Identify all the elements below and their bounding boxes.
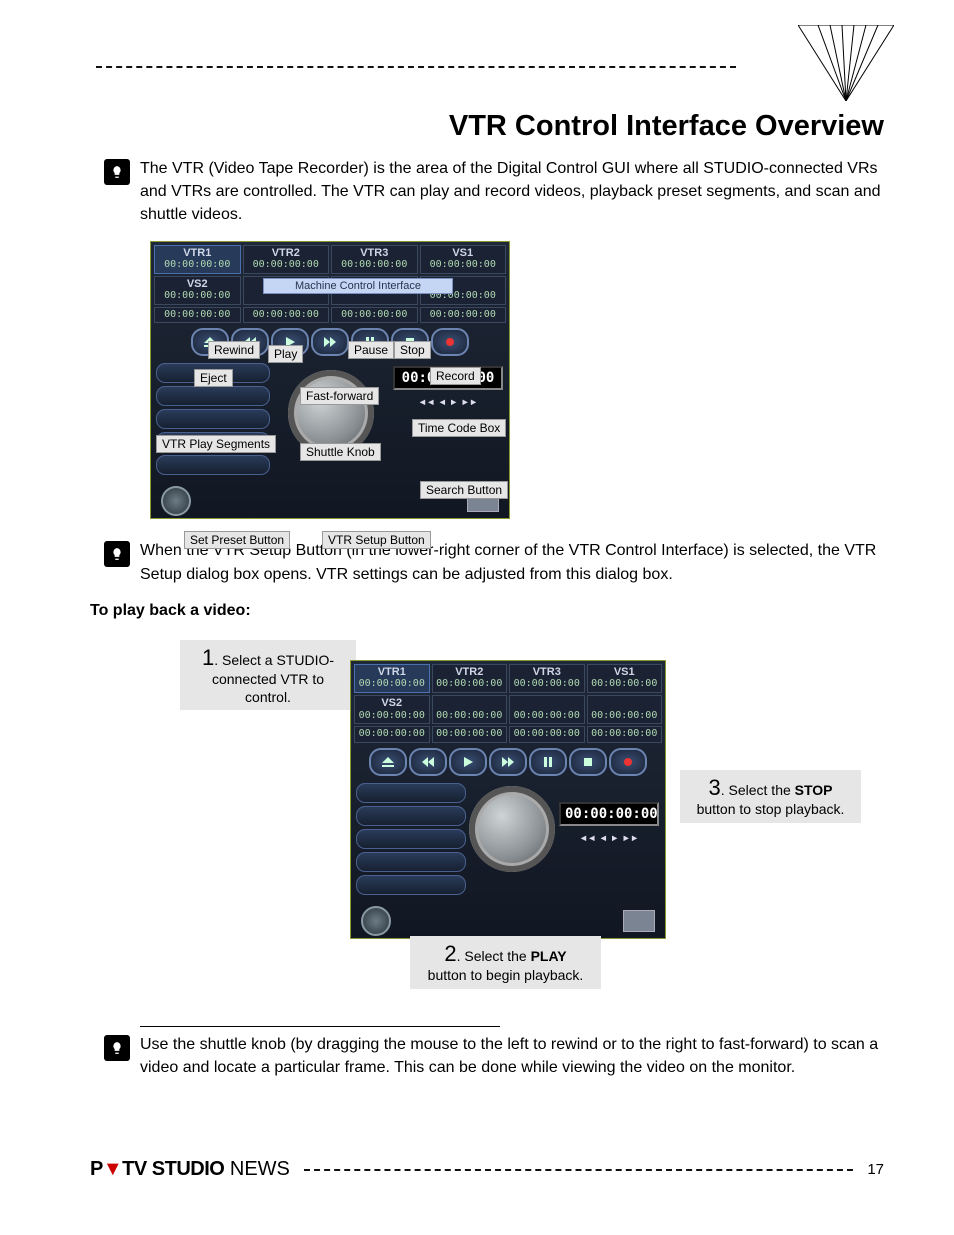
slot-b2[interactable]: 00:00:00:00 bbox=[432, 695, 508, 724]
callout-pause: Pause bbox=[348, 341, 394, 359]
tc-cell-1: 00:00:00:00 bbox=[154, 307, 241, 324]
tip-1: The VTR (Video Tape Recorder) is the are… bbox=[90, 157, 884, 227]
slot-vtr1[interactable]: VTR100:00:00:00 bbox=[354, 664, 430, 693]
callout-play: Play bbox=[268, 345, 303, 363]
search-rewind-icon[interactable]: ◂ bbox=[438, 394, 446, 410]
segment-2[interactable] bbox=[356, 806, 466, 826]
slot-vs1[interactable]: VS100:00:00:00 bbox=[420, 245, 507, 274]
tc-cell-2: 00:00:00:00 bbox=[243, 307, 330, 324]
callout-ff: Fast-forward bbox=[300, 387, 379, 405]
playback-heading: To play back a video: bbox=[90, 602, 884, 620]
search-forward-icon[interactable]: ▸ bbox=[450, 394, 458, 410]
triangle-icon: ▼ bbox=[103, 1158, 122, 1180]
lightbulb-icon bbox=[104, 1035, 130, 1061]
footer-brand: P▼TV STUDIO NEWS bbox=[90, 1158, 290, 1181]
callout-record: Record bbox=[430, 367, 481, 385]
transport-bar bbox=[153, 328, 507, 356]
tc-c3: 00:00:00:00 bbox=[509, 726, 585, 743]
fast-forward-button[interactable] bbox=[489, 748, 527, 776]
search-ff-icon[interactable]: ▸▸ bbox=[622, 830, 639, 846]
eject-button[interactable] bbox=[369, 748, 407, 776]
play-button[interactable] bbox=[449, 748, 487, 776]
search-buttons: ◂◂ ◂ ▸ ▸▸ bbox=[393, 394, 503, 410]
segment-5[interactable] bbox=[156, 455, 270, 475]
search-rewind-fast-icon[interactable]: ◂◂ bbox=[418, 394, 435, 410]
header-rule bbox=[96, 66, 736, 68]
footer-rule bbox=[304, 1169, 853, 1171]
slot-vtr1[interactable]: VTR100:00:00:00 bbox=[154, 245, 241, 274]
tc-c1: 00:00:00:00 bbox=[354, 726, 430, 743]
tip-1-text: The VTR (Video Tape Recorder) is the are… bbox=[140, 157, 884, 227]
callout-setup: VTR Setup Button bbox=[322, 531, 431, 549]
search-r-icon[interactable]: ◂ bbox=[599, 830, 607, 846]
timecode-box: 00:00:00:00 bbox=[559, 802, 659, 826]
slot-b3[interactable]: 00:00:00:00 bbox=[509, 695, 585, 724]
segment-5[interactable] bbox=[356, 875, 466, 895]
segment-3[interactable] bbox=[156, 409, 270, 429]
search-f-icon[interactable]: ▸ bbox=[611, 830, 619, 846]
step-2: 2. Select the PLAY button to begin playb… bbox=[410, 936, 601, 989]
page-footer: P▼TV STUDIO NEWS 17 bbox=[90, 1158, 884, 1181]
pause-button[interactable] bbox=[529, 748, 567, 776]
set-preset-button[interactable] bbox=[161, 486, 191, 516]
slot-vs2[interactable]: VS200:00:00:00 bbox=[354, 695, 430, 724]
slot-vtr2[interactable]: VTR200:00:00:00 bbox=[432, 664, 508, 693]
record-button[interactable] bbox=[431, 328, 469, 356]
vtr-panel-2: VTR100:00:00:00 VTR200:00:00:00 VTR300:0… bbox=[350, 660, 666, 939]
brand-logo-icon bbox=[798, 25, 894, 101]
callout-eject: Eject bbox=[194, 369, 233, 387]
tip-3: Use the shuttle knob (by dragging the mo… bbox=[90, 1033, 884, 1079]
slot-vtr3[interactable]: VTR300:00:00:00 bbox=[509, 664, 585, 693]
segment-2[interactable] bbox=[156, 386, 270, 406]
callout-tcbox: Time Code Box bbox=[412, 419, 506, 437]
slot-b4[interactable]: 00:00:00:00 bbox=[587, 695, 663, 724]
step-3: 3. Select the STOP button to stop playba… bbox=[680, 770, 861, 823]
lightbulb-icon bbox=[104, 159, 130, 185]
section-rule bbox=[140, 1026, 500, 1027]
tc-c2: 00:00:00:00 bbox=[432, 726, 508, 743]
shuttle-knob[interactable] bbox=[469, 786, 555, 872]
search-forward-fast-icon[interactable]: ▸▸ bbox=[461, 394, 478, 410]
stop-button[interactable] bbox=[569, 748, 607, 776]
machine-control-label: Machine Control Interface bbox=[263, 278, 453, 294]
slot-vs1[interactable]: VS100:00:00:00 bbox=[587, 664, 663, 693]
callout-knob: Shuttle Knob bbox=[300, 443, 381, 461]
tc-cell-3: 00:00:00:00 bbox=[331, 307, 418, 324]
record-button[interactable] bbox=[609, 748, 647, 776]
lightbulb-icon bbox=[104, 541, 130, 567]
vtr-panel-annotated: VTR100:00:00:00 VTR200:00:00:00 VTR300:0… bbox=[150, 241, 510, 520]
tip-3-text: Use the shuttle knob (by dragging the mo… bbox=[140, 1033, 884, 1079]
slot-vs2[interactable]: VS200:00:00:00 bbox=[154, 276, 241, 305]
tc-cell-4: 00:00:00:00 bbox=[420, 307, 507, 324]
page-number: 17 bbox=[867, 1161, 884, 1178]
callout-setpreset: Set Preset Button bbox=[184, 531, 290, 549]
fast-forward-button[interactable] bbox=[311, 328, 349, 356]
tc-c4: 00:00:00:00 bbox=[587, 726, 663, 743]
slot-vtr2[interactable]: VTR200:00:00:00 bbox=[243, 245, 330, 274]
callout-search: Search Button bbox=[420, 481, 508, 499]
callout-rewind: Rewind bbox=[208, 341, 260, 359]
vtr-setup-button[interactable] bbox=[623, 910, 655, 932]
segment-1[interactable] bbox=[356, 783, 466, 803]
callout-segments: VTR Play Segments bbox=[156, 435, 276, 453]
callout-stop: Stop bbox=[394, 341, 431, 359]
slot-vtr3[interactable]: VTR300:00:00:00 bbox=[331, 245, 418, 274]
step-1: 1. Select a STUDIO- connected VTR to con… bbox=[180, 640, 356, 711]
segment-3[interactable] bbox=[356, 829, 466, 849]
set-preset-button[interactable] bbox=[361, 906, 391, 936]
segment-4[interactable] bbox=[356, 852, 466, 872]
playback-figure: 1. Select a STUDIO- connected VTR to con… bbox=[180, 630, 820, 1000]
search-rr-icon[interactable]: ◂◂ bbox=[579, 830, 596, 846]
page-title: VTR Control Interface Overview bbox=[90, 110, 884, 143]
rewind-button[interactable] bbox=[409, 748, 447, 776]
